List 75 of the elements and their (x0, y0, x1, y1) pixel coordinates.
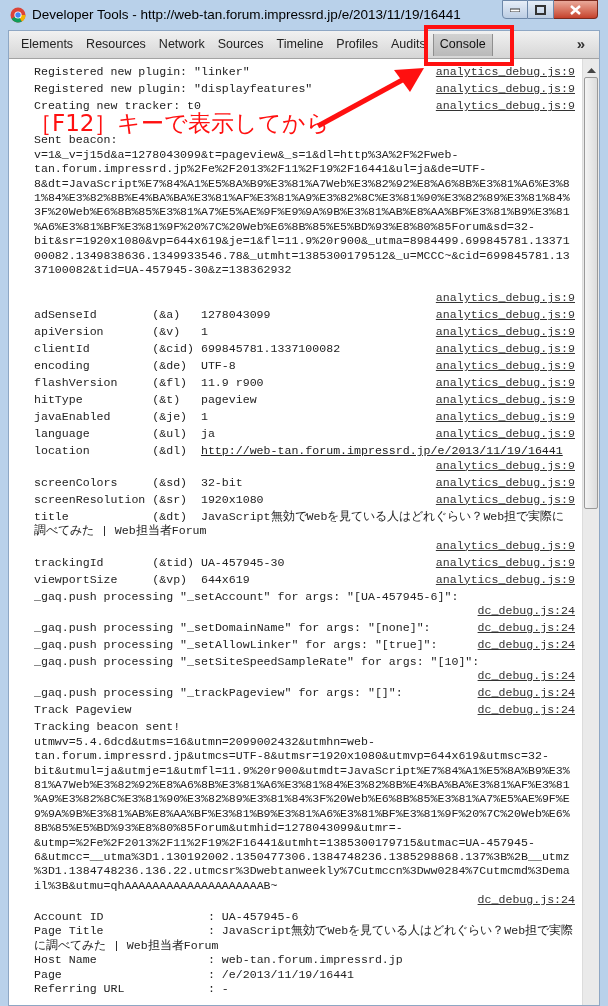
field-entry: hitType (&t) pageview (34, 393, 257, 407)
summary-line: Referring URL : - (34, 982, 230, 997)
panel-tab[interactable]: Console (432, 33, 493, 56)
panel-tab[interactable]: Elements (15, 33, 80, 56)
source-link[interactable]: analytics_debug.js:9 (435, 458, 575, 474)
source-link[interactable]: analytics_debug.js:9 (435, 538, 575, 553)
source-link[interactable]: analytics_debug.js:9 (435, 410, 575, 425)
window-title: Developer Tools - http://web-tan.forum.impressrd.jp/e/2013/11/19/16441 (32, 5, 462, 24)
source-link[interactable]: analytics_debug.js:9 (435, 65, 575, 80)
source-link[interactable]: analytics_debug.js:9 (435, 359, 575, 374)
panel-tab[interactable]: Timeline (270, 33, 330, 56)
field-entry: clientId (&cid) 699845781.1337100082 (34, 342, 341, 356)
source-link[interactable]: analytics_debug.js:9 (435, 376, 575, 391)
field-entry: encoding (&de) UTF-8 (34, 359, 236, 373)
scrollbar-thumb[interactable] (584, 77, 598, 509)
source-link[interactable]: dc_debug.js:24 (477, 621, 575, 636)
source-link[interactable]: analytics_debug.js:9 (435, 99, 575, 114)
source-link[interactable]: analytics_debug.js:9 (435, 572, 575, 587)
panel-tab[interactable]: Sources (211, 33, 270, 56)
source-link[interactable]: analytics_debug.js:9 (435, 308, 575, 323)
log-message: Registered new plugin: "displayfeatures" (34, 82, 313, 96)
minimize-icon (510, 7, 520, 12)
source-link[interactable]: dc_debug.js:24 (477, 604, 575, 619)
panel-tab[interactable]: Network (152, 33, 211, 56)
field-entry: apiVersion (&v) 1 (34, 325, 208, 339)
log-message: _gaq.push processing "_setAccount" for args: "[UA-457945-6]": (34, 589, 459, 603)
source-link[interactable]: analytics_debug.js:9 (435, 82, 575, 97)
field-entry: flashVersion (&fl) 11.9 r900 (34, 376, 264, 390)
source-link[interactable]: analytics_debug.js:9 (435, 555, 575, 570)
source-link[interactable]: analytics_debug.js:9 (435, 475, 575, 491)
field-entry: trackingId (&tid) UA-457945-30 (34, 555, 285, 569)
field-parameter: (&dl) (152, 444, 189, 459)
source-link[interactable]: analytics_debug.js:9 (435, 393, 575, 408)
field-name: location (34, 444, 91, 459)
log-message: Creating new tracker: t0 (34, 99, 201, 113)
scrollbar[interactable] (582, 59, 599, 1005)
field-entry: screenResolution (&sr) 1920x1080 (34, 492, 264, 506)
page-url-link[interactable]: http://web-tan.forum.impressrd.jp/e/2013/11/19/16441 (200, 444, 563, 458)
panel-tab[interactable]: Audits (385, 33, 432, 56)
source-link[interactable]: analytics_debug.js:9 (435, 291, 575, 306)
field-entry: screenColors (&sd) 32-bit (34, 475, 243, 489)
summary-line: Page Title : JavaScript無効でWebを見ている人はどれぐらい？Web担で実際に調べてみた | Web担当者Forum (34, 924, 575, 954)
source-link[interactable]: dc_debug.js:24 (477, 669, 575, 684)
log-message: _gaq.push processing "_setAllowLinker" for args: "[true]": (34, 638, 438, 651)
more-tabs-button[interactable]: » (572, 33, 589, 56)
summary-line: Page : /e/2013/11/19/16441 (34, 967, 356, 982)
source-link[interactable]: analytics_debug.js:9 (435, 325, 575, 340)
summary-line: Host Name : web-tan.forum.impressrd.jp (34, 953, 404, 968)
source-link[interactable]: dc_debug.js:24 (477, 703, 575, 718)
source-link[interactable]: analytics_debug.js:9 (435, 492, 575, 508)
scroll-up-arrow-icon[interactable] (586, 67, 596, 73)
log-message: Track Pageview (34, 703, 132, 717)
source-link[interactable]: dc_debug.js:24 (477, 638, 575, 653)
source-link[interactable]: dc_debug.js:24 (477, 686, 575, 701)
panel-tab[interactable]: Resources (80, 33, 152, 56)
maximize-icon (535, 4, 546, 15)
log-message: _gaq.push processing "_setSiteSpeedSampleRate" for args: "[10]": (34, 655, 480, 668)
log-message: _gaq.push processing "_trackPageview" for args: "[]": (34, 686, 403, 700)
summary-line: Account ID : UA-457945-6 (34, 909, 300, 924)
source-link[interactable]: dc_debug.js:24 (477, 893, 575, 908)
panel-tab[interactable]: Profiles (330, 33, 385, 56)
log-message: Tracking beacon sent! utmwv=5.4.6dcd&utms=16&utmn=2099002432&utmhn=web-tan.forum.impressrd.jp&utmcs=UTF-8&utmsr=1920x1080&utmvp=644x619&utmsc=32-bit&utmul=ja&utmje=1&utmfl=11.9%20r900&utmdt=JavaScript%E7%84%A1%E5%8A%B9%E3%81%A7Web%E3%82%92%E8%A6%8B%E3%81%A6%E3%81%84%E3%82%8B%E4%BA%BA%E3%81%AF%E3%81%A9%E3%82%8C%E3%81%90%E3%82%89%E3%81%84%3F%20Web%E6%8B%85%E3%81%A7%E5%AE%9F%E9%9A%9B%E3%81%AB%E8%AA%BF%E3%81%B9%E3%81%A6%E3%81%BF%E3%81%9F%20%7C%20Web%E6%8B%85%E5%BD%93%E8%80%85Forum&utmhid=1278043099&utmr=-&utmp=%2Fe%2F2013%2F11%2F19%2F16441&utmht=1385300179715&utmac=UA-457945-6&utmcc=__utma%3D1.130192002.1350477306.1384748236.1385298868.137%3B%2B__utmz%3D1.1384748236.136.22.utmcsr%3Dwebtanweekly%7Cutmccn%3Dww0284%7Cutmcmd%3Demail%3B&utmu=qhAAAAAAAAAAAAAAAAAAAAB~ (34, 720, 570, 892)
field-entry: viewportSize (&vp) 644x619 (34, 572, 250, 586)
maximize-button[interactable] (528, 0, 554, 19)
log-message: _gaq.push processing "_setDomainName" for args: "[none]": (34, 621, 431, 634)
field-entry: javaEnabled (&je) 1 (34, 410, 208, 424)
field-entry: adSenseId (&a) 1278043099 (34, 308, 271, 322)
log-message: Registered new plugin: "linker" (34, 65, 250, 79)
close-icon (570, 4, 581, 15)
source-link[interactable]: analytics_debug.js:9 (435, 342, 575, 357)
browser-logo-icon (10, 7, 26, 23)
field-entry: language (&ul) ja (34, 427, 215, 441)
field-entry: title (&dt) JavaScript無効でWebを見ている人はどれぐらい？Web担で実際に調べてみた | Web担当者Forum (34, 509, 565, 538)
close-button[interactable] (554, 0, 598, 19)
source-link[interactable]: analytics_debug.js:9 (435, 427, 575, 442)
